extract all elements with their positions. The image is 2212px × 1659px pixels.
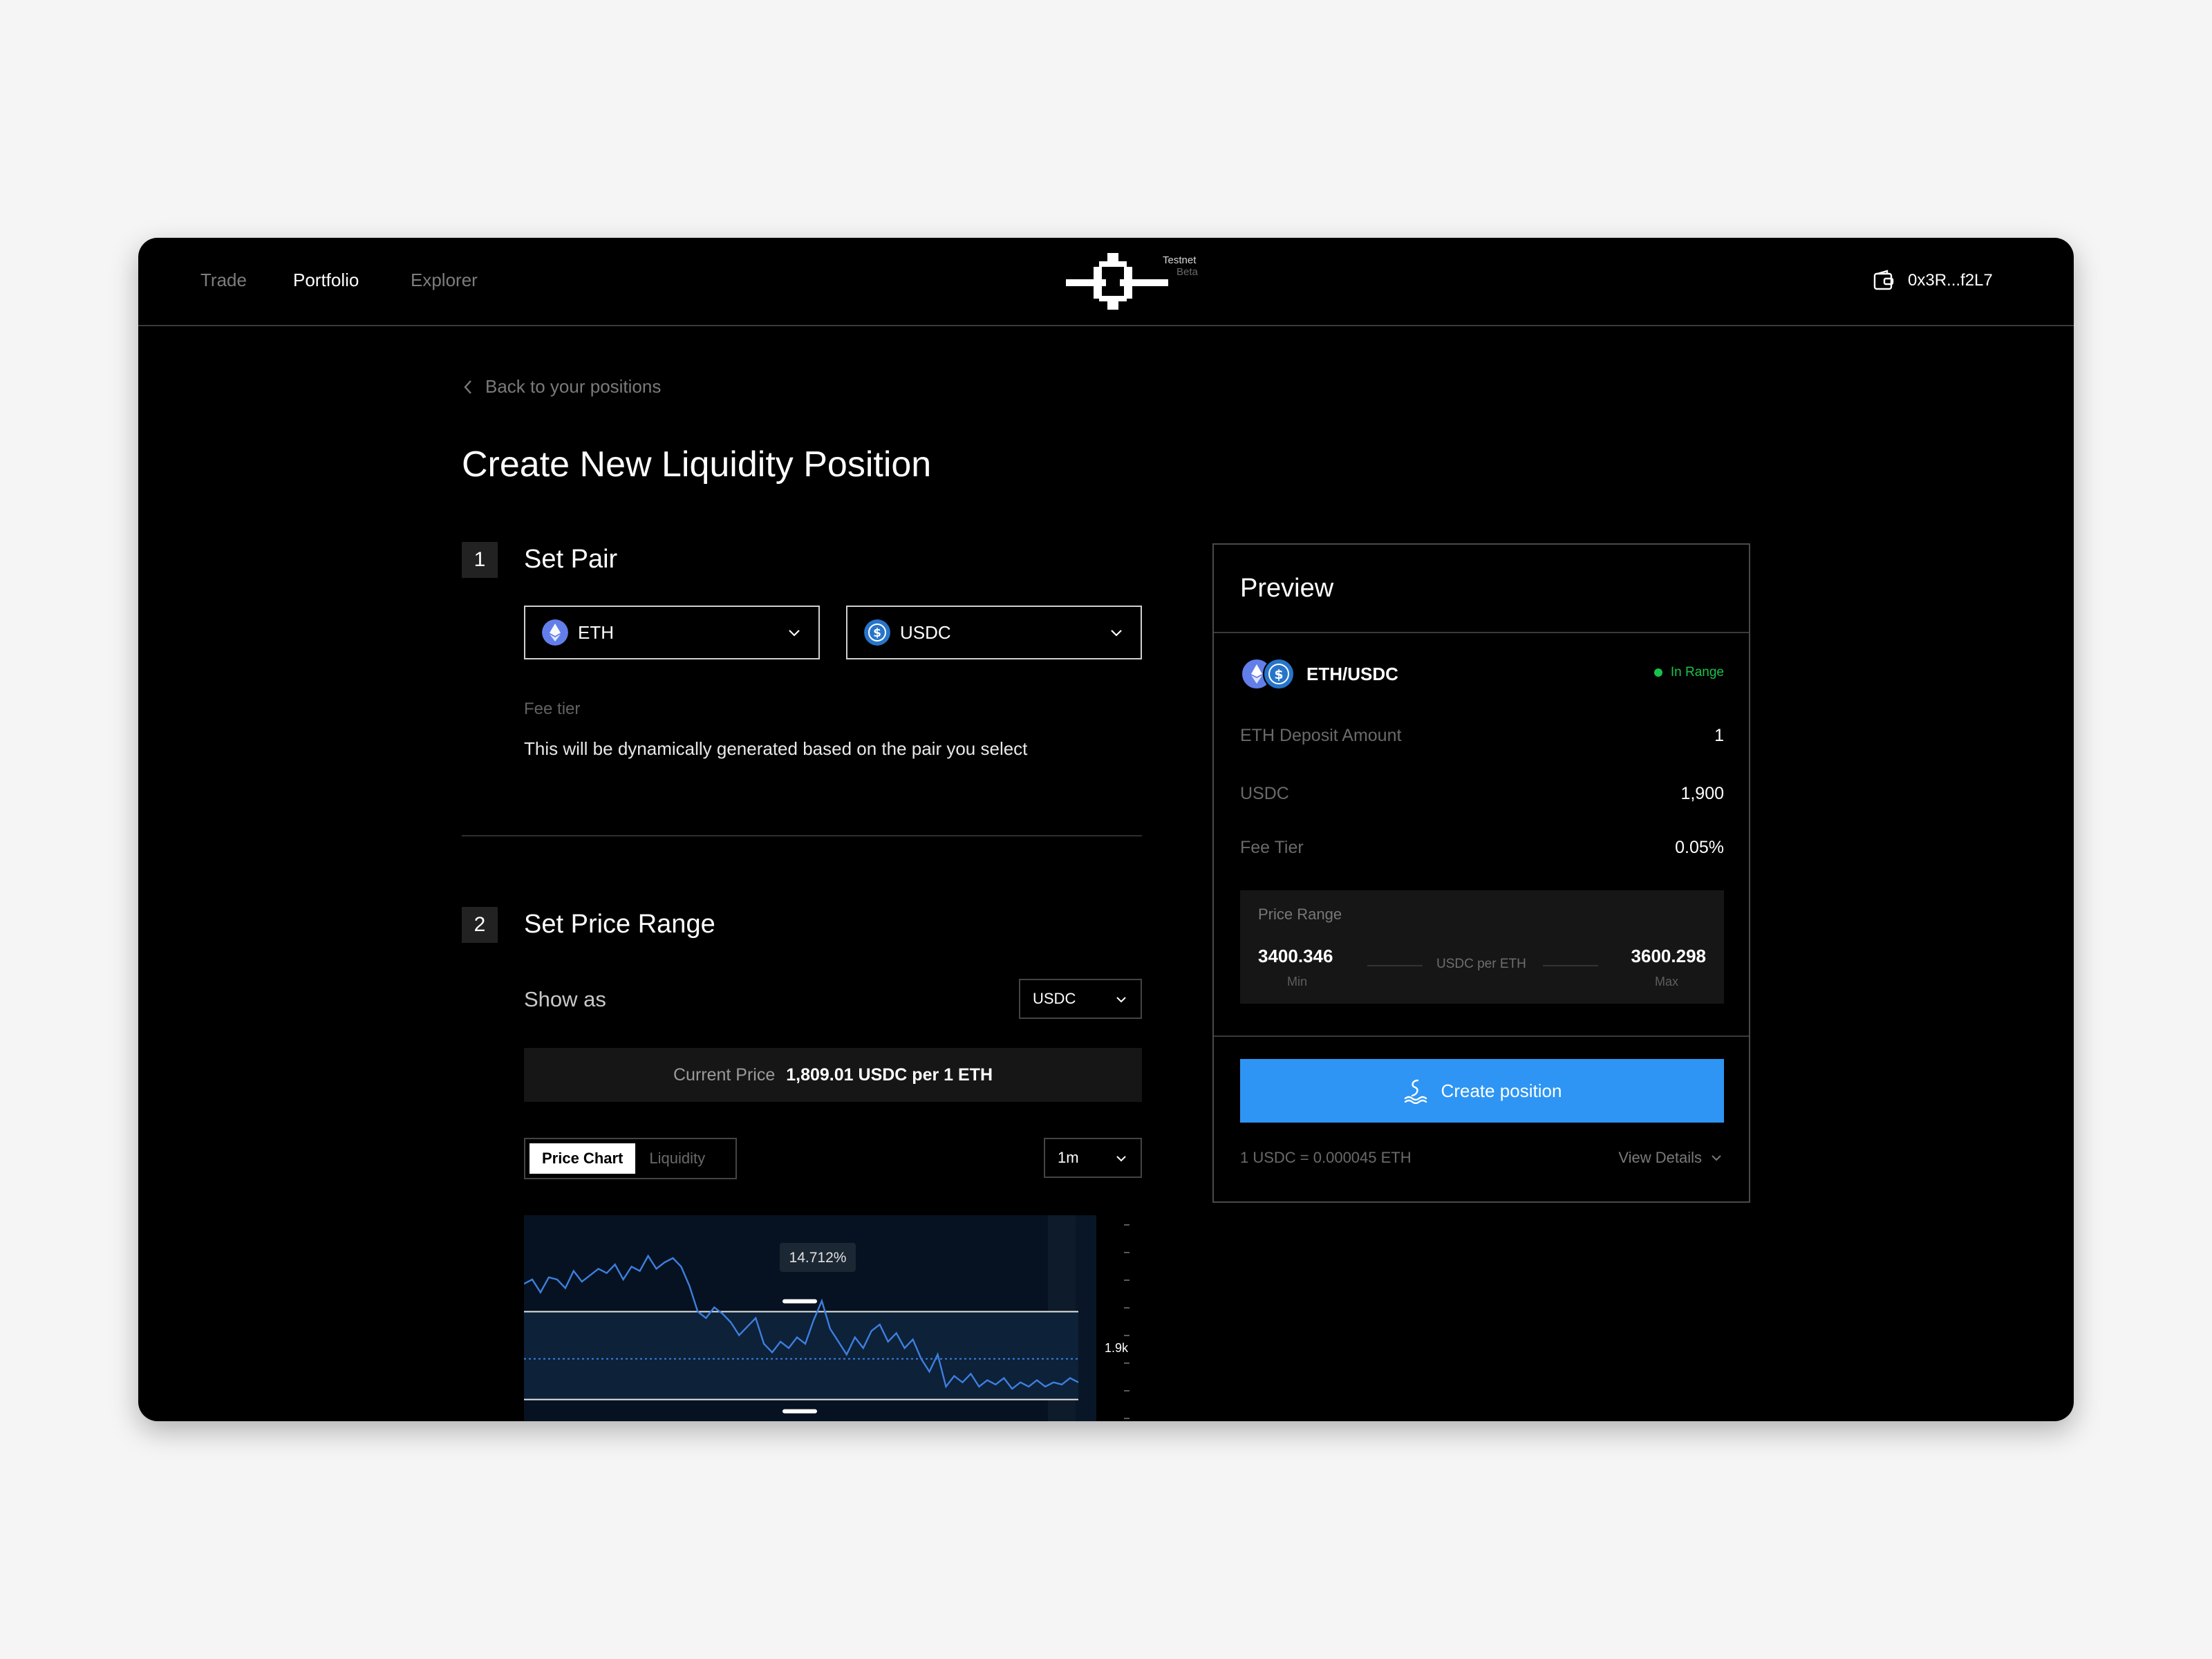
price-chart[interactable]: 14.712% 1.9k — [523, 1215, 1142, 1421]
preview-pair-name: ETH/USDC — [1306, 663, 1398, 684]
nav-portfolio[interactable]: Portfolio — [293, 270, 359, 291]
price-range-band[interactable] — [524, 1311, 1078, 1400]
status-dot-icon — [1653, 668, 1662, 677]
top-nav-bar: Trade Portfolio Explorer Testnet Beta 0x… — [138, 238, 2074, 326]
in-range-label: In Range — [1670, 665, 1724, 679]
current-price-bar: Current Price 1,809.01 USDC per 1 ETH — [524, 1048, 1142, 1102]
fee-tier-label: Fee tier — [524, 700, 581, 718]
chevron-down-icon — [1111, 630, 1122, 637]
y-axis-ticks — [1124, 1224, 1130, 1419]
arrow-right-icon — [1543, 965, 1598, 966]
in-range-status: In Range — [1653, 665, 1724, 680]
show-as-select[interactable]: USDC — [1019, 979, 1142, 1019]
usdc-token-icon: $ — [864, 619, 890, 646]
view-details-label: View Details — [1618, 1149, 1702, 1166]
view-details-toggle[interactable]: View Details — [1618, 1149, 1723, 1167]
preview-divider-2 — [1214, 1035, 1749, 1037]
token-a-label: ETH — [578, 621, 614, 643]
chevron-down-icon — [1712, 1155, 1721, 1161]
wallet-address: 0x3R...f2L7 — [1908, 271, 1993, 290]
tab-price-chart[interactable]: Price Chart — [529, 1143, 636, 1174]
current-price-label: Current Price — [673, 1065, 776, 1085]
chart-right-edge — [1076, 1215, 1096, 1421]
token-b-select[interactable]: $ USDC — [846, 606, 1142, 659]
step-2-number: 2 — [462, 907, 498, 943]
price-range-max-value: 3600.298 — [1631, 946, 1706, 966]
page-title: Create New Liquidity Position — [462, 444, 932, 485]
step-1-number: 1 — [462, 542, 498, 578]
nav-explorer[interactable]: Explorer — [411, 270, 478, 291]
eth-deposit-label: ETH Deposit Amount — [1240, 726, 1402, 745]
section-divider — [462, 835, 1142, 836]
eth-usdc-pair-icon: $ — [1241, 658, 1295, 690]
show-as-label: Show as — [524, 987, 606, 1011]
price-range-unit: USDC per ETH — [1436, 957, 1526, 971]
lower-bound-handle[interactable] — [782, 1409, 817, 1414]
svg-text:$: $ — [1274, 667, 1283, 682]
chevron-left-icon — [464, 379, 471, 394]
fee-tier-description: This will be dynamically generated based… — [524, 738, 1028, 759]
arrow-left-icon — [1367, 965, 1423, 966]
eth-deposit-value: 1 — [1714, 726, 1724, 745]
tab-liquidity[interactable]: Liquidity — [639, 1139, 715, 1178]
usdc-label: USDC — [1240, 784, 1289, 803]
price-range-max-label: Max — [1654, 975, 1678, 988]
fee-tier-row-value: 0.05% — [1675, 838, 1724, 857]
testnet-badge: Testnet — [1163, 254, 1197, 266]
wave-icon — [1404, 1079, 1427, 1104]
preview-pair-row: $ ETH/USDC In Range — [1240, 657, 1724, 691]
price-range-min-value: 3400.346 — [1258, 946, 1333, 966]
preview-row-fee-tier: Fee Tier 0.05% — [1240, 838, 1724, 858]
pair-icons: $ — [1240, 657, 1295, 691]
step-1-title: Set Pair — [524, 545, 618, 574]
create-position-label: Create position — [1441, 1080, 1562, 1101]
step-2-title: Set Price Range — [524, 910, 715, 939]
create-position-button[interactable]: Create position — [1240, 1059, 1724, 1123]
svg-text:$: $ — [873, 626, 881, 640]
percent-tooltip: 14.712% — [780, 1243, 856, 1272]
chevron-down-icon — [789, 630, 800, 637]
back-link-label: Back to your positions — [485, 376, 662, 397]
wallet-icon — [1873, 270, 1894, 290]
app-window: Trade Portfolio Explorer Testnet Beta 0x… — [138, 238, 2074, 1421]
percent-tooltip-text: 14.712% — [789, 1250, 847, 1266]
price-chart-svg: 14.712% 1.9k — [523, 1215, 1130, 1421]
price-range-box: Price Range 3400.346 Min USDC per ETH 36… — [1240, 890, 1724, 1004]
back-to-positions-link[interactable]: Back to your positions — [463, 376, 661, 397]
preview-row-eth-deposit: ETH Deposit Amount 1 — [1240, 726, 1724, 746]
show-as-value: USDC — [1033, 990, 1076, 1007]
y-axis-price-label: 1.9k — [1105, 1341, 1129, 1355]
preview-divider — [1214, 632, 1749, 633]
upper-bound-handle[interactable] — [782, 1299, 817, 1304]
usdc-value: 1,900 — [1680, 784, 1724, 803]
beta-badge: Beta — [1177, 266, 1198, 278]
timeframe-value: 1m — [1058, 1149, 1079, 1166]
preview-row-usdc: USDC 1,900 — [1240, 784, 1724, 804]
chart-view-tabs: Price Chart Liquidity — [524, 1138, 737, 1179]
chevron-down-icon — [1116, 1156, 1126, 1162]
current-price-value: 1,809.01 USDC per 1 ETH — [786, 1065, 993, 1085]
price-range-label: Price Range — [1258, 906, 1342, 923]
token-b-label: USDC — [900, 621, 951, 643]
chevron-down-icon — [1116, 997, 1126, 1003]
fee-tier-row-label: Fee Tier — [1240, 838, 1304, 857]
price-range-min-label: Min — [1287, 975, 1308, 988]
nav-trade[interactable]: Trade — [200, 270, 247, 291]
wallet-button[interactable]: 0x3R...f2L7 — [1873, 267, 1993, 294]
timeframe-select[interactable]: 1m — [1044, 1138, 1142, 1178]
preview-title: Preview — [1240, 574, 1334, 603]
eth-token-icon — [542, 619, 568, 646]
token-a-select[interactable]: ETH — [524, 606, 820, 659]
exchange-rate: 1 USDC = 0.000045 ETH — [1240, 1149, 1412, 1166]
preview-panel: Preview $ ETH/USDC In Range ETH Deposit … — [1212, 543, 1750, 1203]
